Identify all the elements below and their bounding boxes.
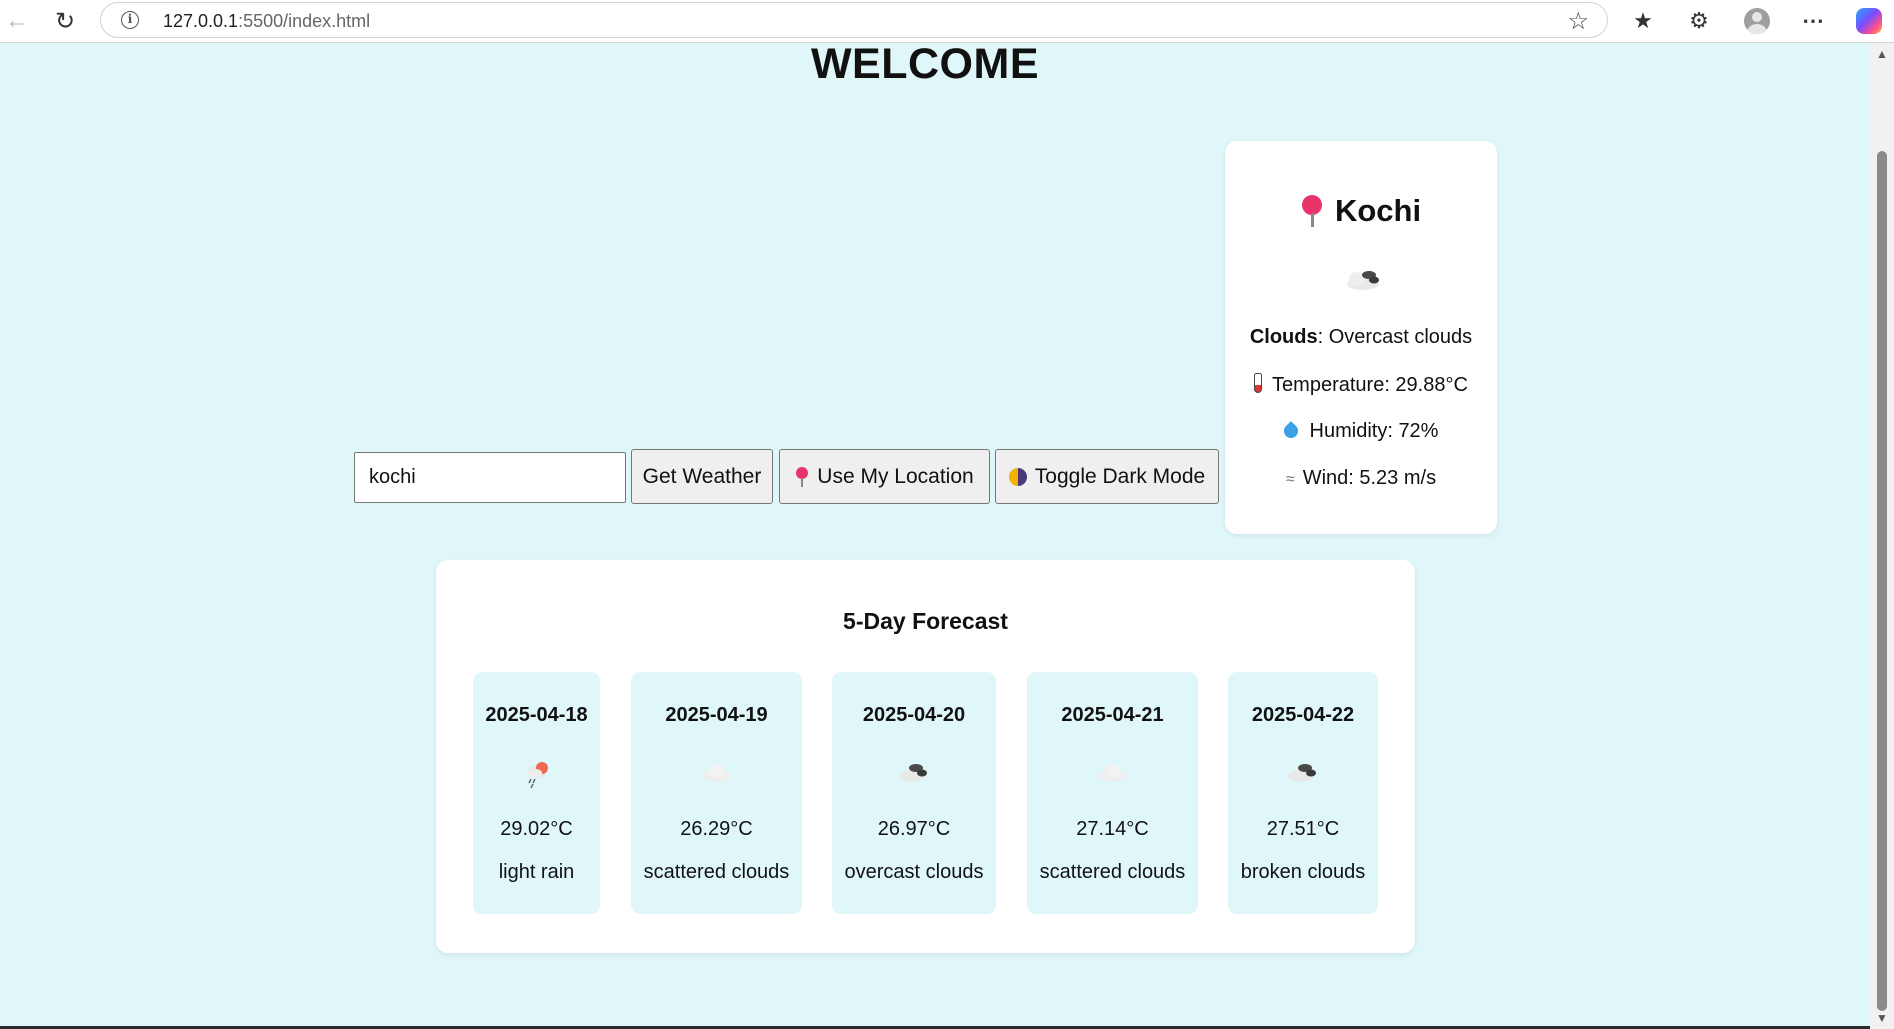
site-info-icon[interactable]: i <box>121 11 139 29</box>
forecast-description: scattered clouds <box>1039 861 1186 883</box>
half-moon-icon <box>1008 467 1027 486</box>
broken-clouds-icon <box>1285 760 1321 789</box>
more-menu-icon[interactable]: ⋯ <box>1796 4 1830 38</box>
back-arrow-icon[interactable]: ← <box>0 4 34 38</box>
weather-condition: Clouds: Overcast clouds <box>1225 326 1497 349</box>
forecast-description: scattered clouds <box>643 861 790 883</box>
url-path: :5500/index.html <box>238 11 371 31</box>
city-search-input[interactable] <box>354 452 626 503</box>
forecast-date: 2025-04-22 <box>1251 704 1355 726</box>
temperature-value: Temperature: 29.88°C <box>1272 374 1468 396</box>
page-title: WELCOME <box>810 40 1040 88</box>
wind-value: Wind: 5.23 m/s <box>1302 467 1437 489</box>
forecast-temperature: 29.02°C <box>500 818 573 840</box>
forecast-description: light rain <box>498 861 575 883</box>
get-weather-button[interactable]: Get Weather <box>631 449 773 504</box>
toggle-dark-mode-label: Toggle Dark Mode <box>1034 464 1206 488</box>
temperature-line: Temperature: 29.88°C <box>1225 373 1497 397</box>
toggle-dark-mode-button[interactable]: Toggle Dark Mode <box>995 449 1219 504</box>
scroll-up-arrow-icon[interactable]: ▲ <box>1876 47 1888 61</box>
wind-line: ≈ Wind: 5.23 m/s <box>1225 467 1497 490</box>
forecast-panel: 5-Day Forecast 2025-04-18 29.02°C light … <box>436 560 1415 953</box>
scattered-clouds-icon <box>1096 760 1130 789</box>
favorite-star-icon[interactable]: ☆ <box>1567 7 1589 36</box>
forecast-day-card: 2025-04-18 29.02°C light rain <box>473 672 600 914</box>
page-scrollbar[interactable]: ▲ ▼ <box>1870 43 1894 1029</box>
forecast-temperature: 27.14°C <box>1076 818 1149 840</box>
wind-icon: ≈ <box>1285 471 1295 488</box>
light-rain-icon <box>521 760 553 795</box>
forecast-day-card: 2025-04-20 26.97°C overcast clouds <box>832 672 996 914</box>
favorites-icon[interactable]: ★ <box>1626 4 1660 38</box>
condition-main: Clouds <box>1249 326 1318 348</box>
current-weather-card: Kochi Clouds: Overcast clouds Temperatur… <box>1225 141 1497 534</box>
city-name: Kochi <box>1334 193 1422 228</box>
url-host: 127.0.0.1 <box>163 11 239 31</box>
forecast-date: 2025-04-18 <box>485 704 588 726</box>
forecast-date: 2025-04-21 <box>1061 704 1164 726</box>
forecast-description: overcast clouds <box>844 861 984 883</box>
use-my-location-label: Use My Location <box>817 464 974 488</box>
forecast-description: broken clouds <box>1240 861 1366 883</box>
droplet-icon <box>1280 421 1301 441</box>
forecast-day-card: 2025-04-22 27.51°C broken clouds <box>1228 672 1378 914</box>
city-heading: Kochi <box>1225 193 1497 229</box>
profile-avatar-icon[interactable] <box>1740 4 1774 38</box>
humidity-line: Humidity: 72% <box>1225 420 1497 443</box>
overcast-clouds-icon <box>896 760 932 789</box>
forecast-day-card: 2025-04-19 26.29°C scattered clouds <box>631 672 802 914</box>
copilot-icon[interactable] <box>1852 4 1886 38</box>
thermometer-icon <box>1254 373 1263 393</box>
forecast-temperature: 26.29°C <box>680 818 753 840</box>
extensions-icon[interactable]: ⚙ <box>1682 4 1716 38</box>
location-pin-icon <box>795 466 809 487</box>
broken-clouds-icon <box>1343 266 1383 297</box>
forecast-date: 2025-04-19 <box>665 704 768 726</box>
forecast-temperature: 26.97°C <box>877 818 951 840</box>
reload-icon[interactable]: ↻ <box>48 4 82 38</box>
url-text[interactable]: 127.0.0.1:5500/index.html <box>163 11 370 32</box>
location-pin-icon <box>1301 195 1323 227</box>
forecast-temperature: 27.51°C <box>1266 818 1340 840</box>
humidity-value: Humidity: 72% <box>1309 420 1439 442</box>
scattered-clouds-icon <box>700 760 734 789</box>
browser-toolbar: ← ↻ i 127.0.0.1:5500/index.html ☆ ★ ⚙ ⋯ <box>0 0 1894 43</box>
forecast-title: 5-Day Forecast <box>843 608 1008 634</box>
forecast-day-card: 2025-04-21 27.14°C scattered clouds <box>1027 672 1198 914</box>
use-my-location-button[interactable]: Use My Location <box>779 449 990 504</box>
address-bar[interactable]: i 127.0.0.1:5500/index.html ☆ <box>100 2 1608 38</box>
forecast-date: 2025-04-20 <box>862 704 966 726</box>
condition-description: : Overcast clouds <box>1317 326 1473 348</box>
scroll-down-arrow-icon[interactable]: ▼ <box>1876 1011 1888 1025</box>
get-weather-label: Get Weather <box>642 464 762 488</box>
scrollbar-thumb[interactable] <box>1877 151 1887 1011</box>
